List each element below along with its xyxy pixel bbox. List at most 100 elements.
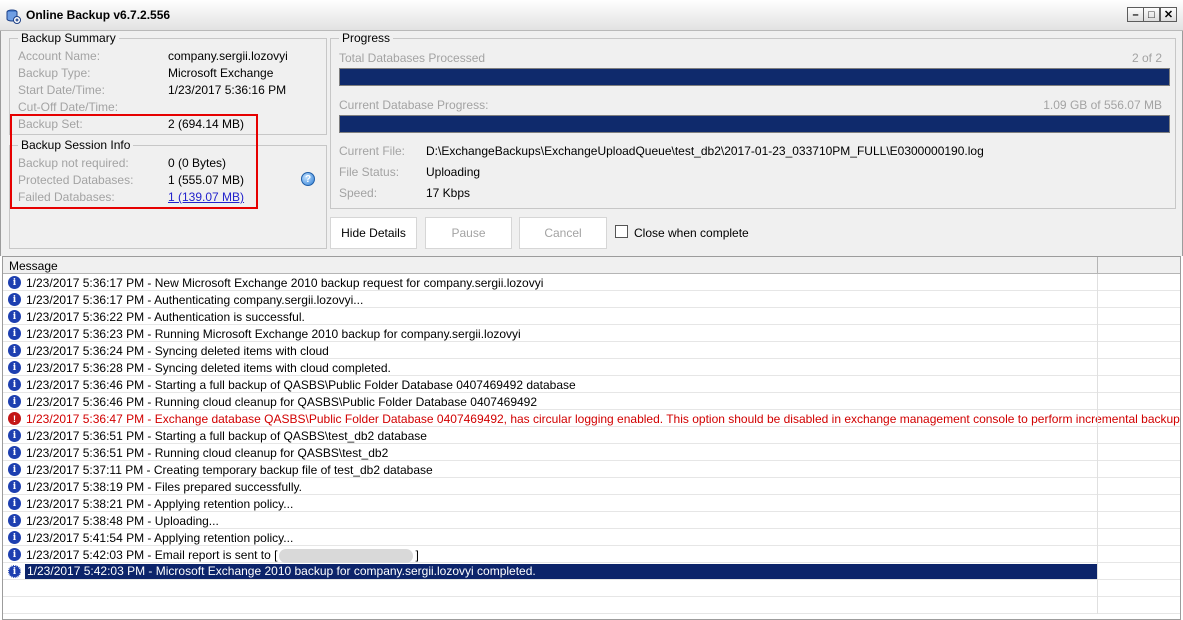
info-icon: i — [8, 395, 21, 408]
row-column-divider — [1097, 444, 1098, 461]
log-row[interactable]: i 1/23/2017 5:36:46 PM - Running cloud cl… — [3, 393, 1180, 410]
log-row[interactable]: i 1/23/2017 5:36:24 PM - Syncing deleted … — [3, 342, 1180, 359]
log-message-text: 1/23/2017 5:36:47 PM - Exchange database… — [26, 412, 1181, 426]
log-row[interactable]: i 1/23/2017 5:36:28 PM - Syncing deleted … — [3, 359, 1180, 376]
info-icon: i — [8, 548, 21, 561]
row-column-divider — [1097, 308, 1098, 325]
close-button[interactable]: ✕ — [1160, 7, 1177, 22]
row-column-divider — [1097, 325, 1098, 342]
info-icon: i — [8, 480, 21, 493]
title-bar: Online Backup v6.7.2.556 – □ ✕ — [0, 0, 1183, 31]
info-icon: i — [8, 293, 21, 306]
progress-legend: Progress — [339, 31, 394, 45]
message-column-header[interactable]: Message — [3, 257, 1180, 274]
file-status-label: File Status: — [339, 165, 400, 179]
minimize-button[interactable]: – — [1127, 7, 1144, 22]
log-message: 1/23/2017 5:36:17 PM - New Microsoft Exc… — [26, 276, 543, 290]
info-icon: i — [8, 276, 21, 289]
total-progress-bar — [339, 68, 1170, 86]
log-row[interactable]: ! 1/23/2017 5:36:47 PM - Exchange databas… — [3, 410, 1180, 427]
log-row[interactable]: i 1/23/2017 5:36:23 PM - Running Microsof… — [3, 325, 1180, 342]
close-when-complete-label[interactable]: Close when complete — [634, 226, 749, 240]
hide-details-button[interactable]: Hide Details — [330, 217, 417, 249]
message-column-title: Message — [9, 259, 58, 273]
log-row[interactable]: i 1/23/2017 5:41:54 PM - Applying retenti… — [3, 529, 1180, 546]
log-message-text: 1/23/2017 5:41:54 PM - Applying retentio… — [26, 531, 294, 545]
start-datetime-label: Start Date/Time: — [18, 83, 105, 97]
log-row[interactable]: i 1/23/2017 5:36:17 PM - New Microsoft Ex… — [3, 274, 1180, 291]
log-message-text: 1/23/2017 5:38:19 PM - Files prepared su… — [26, 480, 302, 494]
backup-type-value: Microsoft Exchange — [168, 66, 274, 80]
row-column-divider — [1097, 410, 1098, 427]
column-divider[interactable] — [1097, 257, 1098, 274]
log-row[interactable]: i 1/23/2017 5:42:03 PM - Microsoft Exchan… — [3, 563, 1180, 580]
log-message: 1/23/2017 5:38:21 PM - Applying retentio… — [26, 497, 293, 511]
info-icon: i — [8, 344, 21, 357]
log-row[interactable]: i 1/23/2017 5:36:22 PM - Authentication i… — [3, 308, 1180, 325]
cutoff-datetime-label: Cut-Off Date/Time: — [18, 100, 119, 114]
log-message: 1/23/2017 5:36:47 PM - Exchange database… — [26, 412, 1181, 426]
log-message: 1/23/2017 5:36:46 PM - Running cloud cle… — [26, 395, 537, 409]
row-column-divider — [1097, 529, 1098, 546]
row-column-divider — [1097, 580, 1098, 597]
maximize-button[interactable]: □ — [1143, 7, 1160, 22]
log-row[interactable]: i 1/23/2017 5:36:51 PM - Running cloud cl… — [3, 444, 1180, 461]
row-column-divider — [1097, 274, 1098, 291]
row-column-divider — [1097, 393, 1098, 410]
window-title: Online Backup v6.7.2.556 — [26, 8, 171, 22]
error-icon: ! — [8, 412, 21, 425]
log-message: 1/23/2017 5:36:22 PM - Authentication is… — [26, 310, 305, 324]
log-message-text: 1/23/2017 5:36:23 PM - Running Microsoft… — [26, 327, 521, 341]
log-message: 1/23/2017 5:38:19 PM - Files prepared su… — [26, 480, 302, 494]
start-datetime-value: 1/23/2017 5:36:16 PM — [168, 83, 287, 97]
current-progress-label: Current Database Progress: — [339, 98, 489, 112]
highlight-annotation-box — [10, 114, 258, 209]
speed-label: Speed: — [339, 186, 378, 200]
log-row[interactable]: i 1/23/2017 5:37:11 PM - Creating tempora… — [3, 461, 1180, 478]
message-log-grid[interactable]: Message i 1/23/2017 5:36:17 PM - New Micr… — [2, 256, 1181, 620]
log-row[interactable]: i 1/23/2017 5:36:51 PM - Starting a full … — [3, 427, 1180, 444]
info-icon: i — [8, 497, 21, 510]
pause-button[interactable]: Pause — [425, 217, 512, 249]
empty-row — [3, 580, 1180, 597]
redacted-email — [279, 548, 414, 563]
row-column-divider — [1097, 495, 1098, 512]
info-icon: i — [8, 378, 21, 391]
log-row[interactable]: i 1/23/2017 5:42:03 PM - Email report is … — [3, 546, 1180, 563]
info-icon: i — [8, 327, 21, 340]
log-message-text: 1/23/2017 5:36:17 PM - Authenticating co… — [26, 293, 364, 307]
log-message: 1/23/2017 5:36:24 PM - Syncing deleted i… — [26, 344, 329, 358]
log-row[interactable]: i 1/23/2017 5:36:46 PM - Starting a full … — [3, 376, 1180, 393]
log-message-text: 1/23/2017 5:36:46 PM - Starting a full b… — [26, 378, 576, 392]
log-message: 1/23/2017 5:36:17 PM - Authenticating co… — [26, 293, 363, 307]
log-row[interactable]: i 1/23/2017 5:38:21 PM - Applying retenti… — [3, 495, 1180, 512]
close-when-complete-checkbox[interactable] — [615, 225, 628, 238]
info-icon: i — [8, 446, 21, 459]
info-icon: i — [8, 531, 21, 544]
log-row[interactable]: i 1/23/2017 5:36:17 PM - Authenticating c… — [3, 291, 1180, 308]
cancel-button[interactable]: Cancel — [519, 217, 607, 249]
database-app-icon — [6, 9, 21, 24]
row-column-divider — [1097, 376, 1098, 393]
row-column-divider — [1097, 478, 1098, 495]
log-message-text: 1/23/2017 5:38:48 PM - Uploading... — [26, 514, 219, 528]
log-message-text: 1/23/2017 5:36:22 PM - Authentication is… — [26, 310, 305, 324]
help-icon[interactable]: ? — [301, 172, 315, 186]
log-message-text: 1/23/2017 5:36:17 PM - New Microsoft Exc… — [26, 276, 544, 290]
row-column-divider — [1097, 342, 1098, 359]
log-message: 1/23/2017 5:36:23 PM - Running Microsoft… — [26, 327, 521, 341]
info-icon: i — [8, 514, 21, 527]
log-row[interactable]: i 1/23/2017 5:38:19 PM - Files prepared s… — [3, 478, 1180, 495]
log-row[interactable]: i 1/23/2017 5:38:48 PM - Uploading... — [3, 512, 1180, 529]
log-message-text: 1/23/2017 5:42:03 PM - Microsoft Exchang… — [27, 564, 536, 578]
maximize-icon: □ — [1148, 8, 1155, 21]
log-message-text: 1/23/2017 5:36:24 PM - Syncing deleted i… — [26, 344, 329, 358]
log-message-suffix: ] — [415, 548, 419, 562]
empty-row — [3, 597, 1180, 614]
row-column-divider — [1097, 359, 1098, 376]
log-message-text: 1/23/2017 5:36:28 PM - Syncing deleted i… — [26, 361, 391, 375]
info-icon: i — [8, 429, 21, 442]
file-status-value: Uploading — [426, 165, 481, 179]
current-file-label: Current File: — [339, 144, 406, 158]
info-icon: i — [8, 310, 21, 323]
